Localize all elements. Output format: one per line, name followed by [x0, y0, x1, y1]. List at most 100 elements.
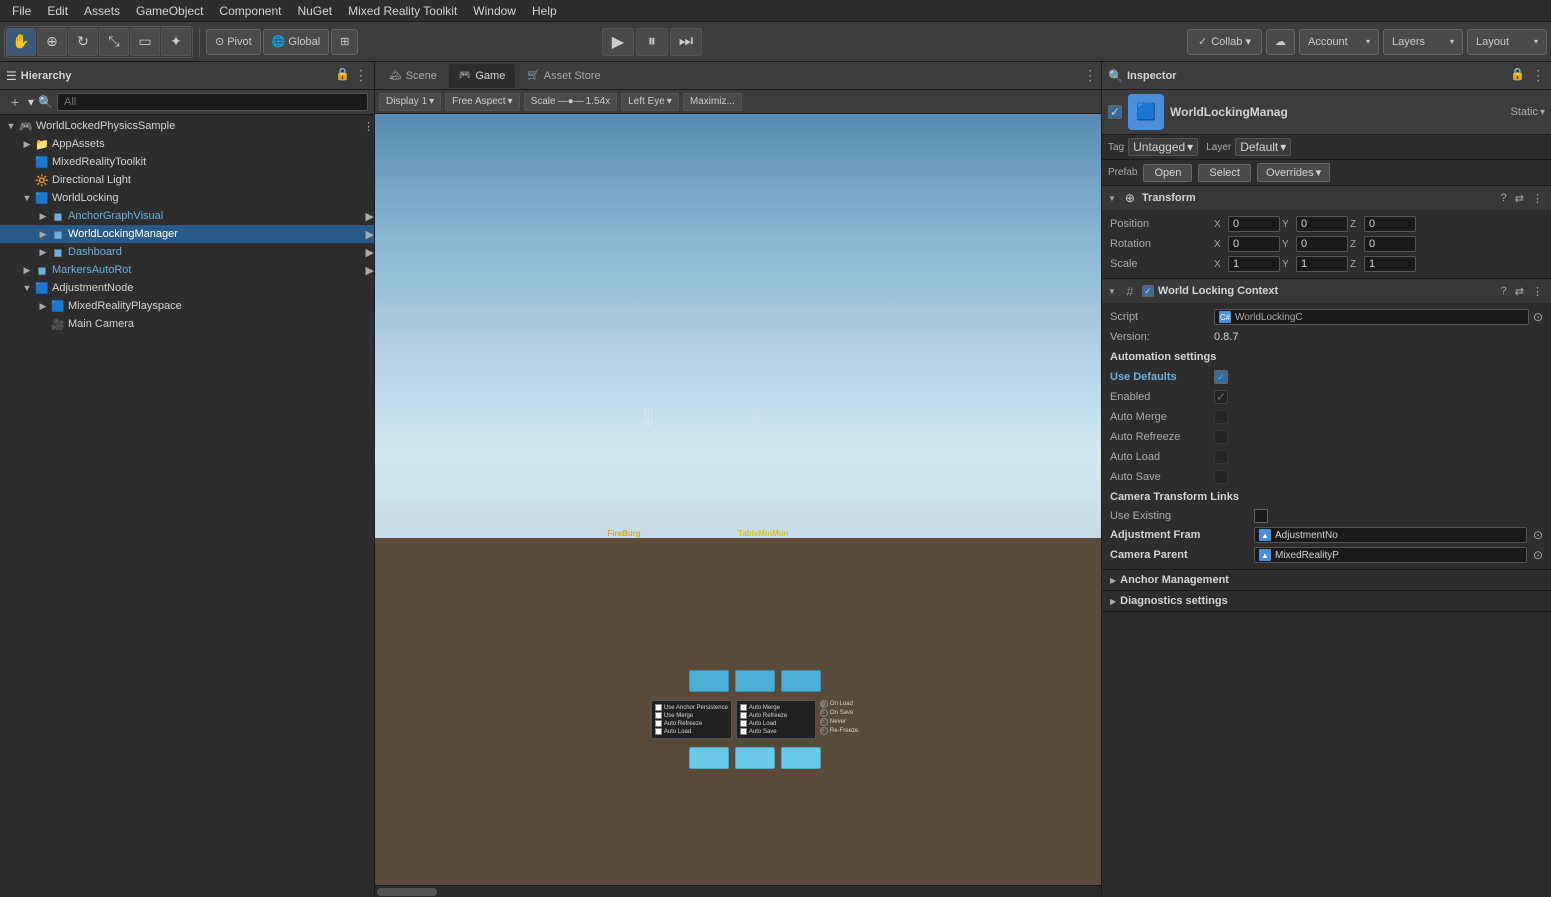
pos-x-input[interactable] [1228, 216, 1280, 232]
move-tool-button[interactable]: ⊕ [37, 28, 67, 56]
tab-asset-store[interactable]: 🛒 Asset Store [517, 64, 610, 88]
hierarchy-item-markersautorot[interactable]: ▶ ◼ MarkersAutoRot ▶ [0, 261, 374, 279]
snap-button[interactable]: ⊞ [331, 29, 358, 55]
scene-btn-1[interactable] [689, 670, 729, 692]
anchor-management-header[interactable]: ▶ Anchor Management [1102, 570, 1551, 590]
transform-settings-icon[interactable]: ⇄ [1513, 192, 1526, 205]
rot-x-input[interactable] [1228, 236, 1280, 252]
script-target-icon[interactable]: ⊙ [1533, 310, 1543, 324]
hierarchy-item-mixedrealityplayspace[interactable]: ▶ 🟦 MixedRealityPlayspace [0, 297, 374, 315]
hierarchy-options-0[interactable]: ⋮ [363, 120, 374, 133]
wl-settings-icon[interactable]: ⇄ [1513, 285, 1526, 298]
diagnostics-header[interactable]: ▶ Diagnostics settings [1102, 591, 1551, 611]
aspect-dropdown[interactable]: Free Aspect ▾ [445, 93, 519, 111]
hierarchy-item-worldlockedphysicssample[interactable]: ▼ 🎮 WorldLockedPhysicsSample ⋮ [0, 117, 374, 135]
maximize-dropdown[interactable]: Maximiz... [683, 93, 742, 111]
scene-btn-2[interactable] [735, 670, 775, 692]
hierarchy-options-8[interactable]: ▶ [366, 264, 374, 277]
global-button[interactable]: 🌐 Global [263, 29, 330, 55]
auto-load-checkbox[interactable] [1214, 450, 1228, 464]
hand-tool-button[interactable]: ✋ [6, 28, 36, 56]
select-button[interactable]: Select [1198, 164, 1251, 182]
pos-y-input[interactable] [1296, 216, 1348, 232]
rect-tool-button[interactable]: ▭ [130, 28, 160, 56]
scene-view[interactable]: ⁝⁝⁝⁝⁝⁝ ⁝⁝⁝⁝⁝⁝ FireBurg TableMinMun ✓ Use… [375, 114, 1101, 885]
scale-z-input[interactable] [1364, 256, 1416, 272]
hierarchy-item-directionallight[interactable]: ▶ 🔆 Directional Light [0, 171, 374, 189]
account-dropdown[interactable]: Account ▾ [1299, 29, 1379, 55]
hierarchy-options-6[interactable]: ▶ [366, 228, 374, 241]
menu-mixed-reality-toolkit[interactable]: Mixed Reality Toolkit [340, 0, 465, 22]
menu-file[interactable]: File [4, 0, 39, 22]
menu-help[interactable]: Help [524, 0, 565, 22]
hierarchy-options-7[interactable]: ▶ [366, 246, 374, 259]
layout-dropdown[interactable]: Layout ▾ [1467, 29, 1547, 55]
hierarchy-item-dashboard[interactable]: ▶ ◼ Dashboard ▶ [0, 243, 374, 261]
hierarchy-item-anchorgraphvisual[interactable]: ▶ ◼ AnchorGraphVisual ▶ [0, 207, 374, 225]
menu-component[interactable]: Component [211, 0, 289, 22]
inspector-lock-icon[interactable]: 🔒 [1510, 67, 1525, 84]
rotate-tool-button[interactable]: ↻ [68, 28, 98, 56]
play-button[interactable]: ▶ [602, 28, 634, 56]
layer-dropdown[interactable]: Default ▾ [1235, 138, 1291, 156]
scene-btn-4[interactable] [689, 747, 729, 769]
scene-horizontal-scrollbar[interactable] [375, 885, 1101, 897]
menu-gameobject[interactable]: GameObject [128, 0, 211, 22]
scale-tool-button[interactable]: ⤡ [99, 28, 129, 56]
rot-z-input[interactable] [1364, 236, 1416, 252]
collab-button[interactable]: ✓ Collab ▾ [1187, 29, 1262, 55]
tab-game[interactable]: 🎮 Game [449, 64, 515, 88]
tag-dropdown[interactable]: Untagged ▾ [1128, 138, 1198, 156]
use-defaults-checkbox[interactable] [1214, 370, 1228, 384]
hierarchy-lock-icon[interactable]: 🔒 [335, 67, 350, 84]
camera-parent-target-icon[interactable]: ⊙ [1533, 548, 1543, 562]
cloud-button[interactable]: ☁ [1266, 29, 1295, 55]
rot-y-input[interactable] [1296, 236, 1348, 252]
hierarchy-search-input[interactable] [57, 93, 368, 111]
hierarchy-item-mixedrealitytoolkit[interactable]: ▶ 🟦 MixedRealityToolkit [0, 153, 374, 171]
auto-save-checkbox[interactable] [1214, 470, 1228, 484]
static-dropdown-arrow[interactable]: ▾ [1540, 107, 1545, 118]
object-enable-checkbox[interactable]: ✓ [1108, 105, 1122, 119]
world-locking-header[interactable]: ▼ # ✓ World Locking Context ? ⇄ ⋮ [1102, 279, 1551, 303]
menu-edit[interactable]: Edit [39, 0, 76, 22]
menu-nuget[interactable]: NuGet [289, 0, 340, 22]
use-existing-checkbox[interactable] [1254, 509, 1268, 523]
display-dropdown[interactable]: Display 1 ▾ [379, 93, 441, 111]
auto-refreeze-checkbox[interactable] [1214, 430, 1228, 444]
tab-more-button[interactable]: ⋮ [1083, 67, 1097, 84]
hierarchy-item-appassets[interactable]: ▶ 📁 AppAssets [0, 135, 374, 153]
hierarchy-options-5[interactable]: ▶ [366, 210, 374, 223]
step-button[interactable]: ⏭ [670, 28, 702, 56]
custom-tool-button[interactable]: ✦ [161, 28, 191, 56]
transform-help-icon[interactable]: ? [1499, 192, 1509, 205]
wl-enable-checkbox[interactable]: ✓ [1142, 285, 1154, 297]
wl-more-icon[interactable]: ⋮ [1530, 285, 1545, 298]
auto-merge-checkbox[interactable] [1214, 410, 1228, 424]
pivot-button[interactable]: ⊙ Pivot [206, 29, 261, 55]
hierarchy-item-maincamera[interactable]: ▶ 🎥 Main Camera [0, 315, 374, 333]
scene-btn-3[interactable] [781, 670, 821, 692]
scene-btn-5[interactable] [735, 747, 775, 769]
transform-more-icon[interactable]: ⋮ [1530, 192, 1545, 205]
pos-z-input[interactable] [1364, 216, 1416, 232]
wl-help-icon[interactable]: ? [1499, 285, 1509, 298]
hierarchy-add-arrow[interactable]: ▾ [28, 95, 34, 109]
scale-y-input[interactable] [1296, 256, 1348, 272]
scene-btn-6[interactable] [781, 747, 821, 769]
layers-dropdown[interactable]: Layers ▾ [1383, 29, 1463, 55]
hierarchy-more-icon[interactable]: ⋮ [354, 67, 368, 84]
adj-frame-target-icon[interactable]: ⊙ [1533, 528, 1543, 542]
hierarchy-item-adjustmentnode[interactable]: ▼ 🟦 AdjustmentNode [0, 279, 374, 297]
open-button[interactable]: Open [1143, 164, 1192, 182]
inspector-more-icon[interactable]: ⋮ [1531, 67, 1545, 84]
transform-header[interactable]: ▼ ⊕ Transform ? ⇄ ⋮ [1102, 186, 1551, 210]
scale-control[interactable]: Scale —●— 1.54x [524, 93, 618, 111]
overrides-button[interactable]: Overrides ▾ [1257, 163, 1330, 182]
eye-dropdown[interactable]: Left Eye ▾ [621, 93, 679, 111]
hierarchy-item-worldlockingmanager[interactable]: ▶ ◼ WorldLockingManager ▶ [0, 225, 374, 243]
scale-x-input[interactable] [1228, 256, 1280, 272]
enabled-checkbox[interactable]: ✓ [1214, 390, 1228, 404]
menu-assets[interactable]: Assets [76, 0, 128, 22]
hierarchy-item-worldlocking[interactable]: ▼ 🟦 WorldLocking [0, 189, 374, 207]
